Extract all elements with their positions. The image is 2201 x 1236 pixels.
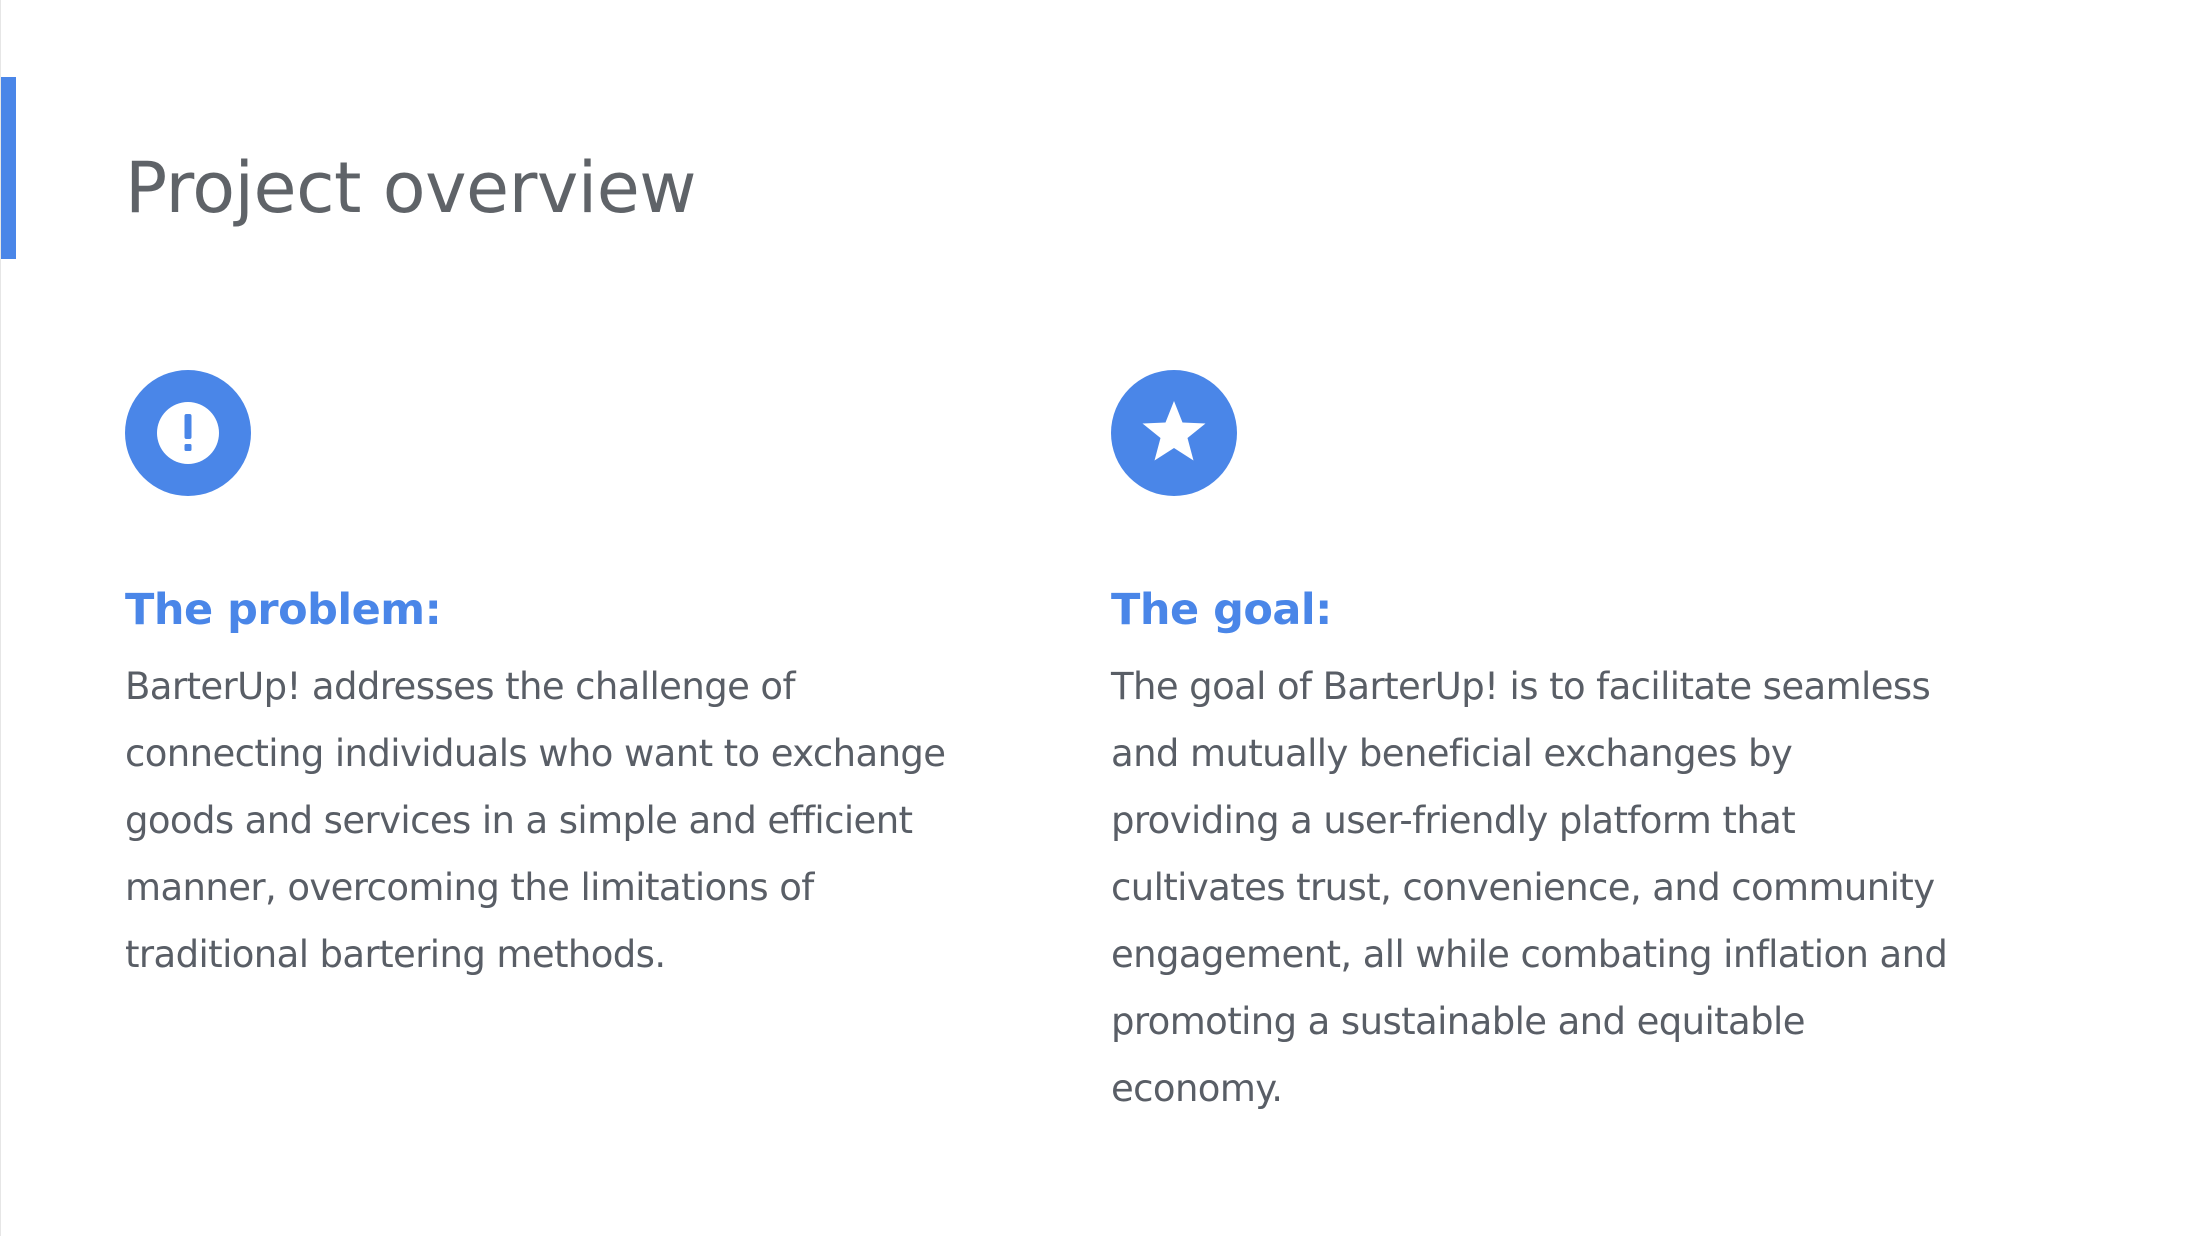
goal-body-line: promoting a sustainable and equitable <box>1111 1000 1805 1043</box>
page-title: Project overview <box>125 147 697 229</box>
goal-heading: The goal: <box>1111 585 1332 635</box>
exclamation-icon <box>125 370 251 496</box>
goal-section: The goal: The goal of BarterUp! is to fa… <box>1111 370 1951 1110</box>
problem-body-line: goods and services in a simple and effic… <box>125 799 913 842</box>
goal-body-line: economy. <box>1111 1067 1283 1110</box>
accent-bar <box>1 77 16 259</box>
problem-body: BarterUp! addresses the challenge of con… <box>125 653 946 988</box>
problem-body-line: connecting individuals who want to excha… <box>125 732 946 775</box>
slide: Project overview The problem: BarterUp! … <box>0 0 2201 1236</box>
goal-body-line: cultivates trust, convenience, and commu… <box>1111 866 1935 909</box>
goal-body-line: providing a user-friendly platform that <box>1111 799 1796 842</box>
star-icon <box>1111 370 1237 496</box>
problem-body-line: manner, overcoming the limitations of <box>125 866 814 909</box>
problem-body-line: traditional bartering methods. <box>125 933 666 976</box>
problem-body-line: BarterUp! addresses the challenge of <box>125 665 795 708</box>
goal-body-line: engagement, all while combating inflatio… <box>1111 933 1948 976</box>
goal-body: The goal of BarterUp! is to facilitate s… <box>1111 653 1948 1122</box>
problem-section: The problem: BarterUp! addresses the cha… <box>125 370 965 976</box>
goal-body-line: The goal of BarterUp! is to facilitate s… <box>1111 665 1931 708</box>
goal-body-line: and mutually beneficial exchanges by <box>1111 732 1793 775</box>
problem-heading: The problem: <box>125 585 442 635</box>
